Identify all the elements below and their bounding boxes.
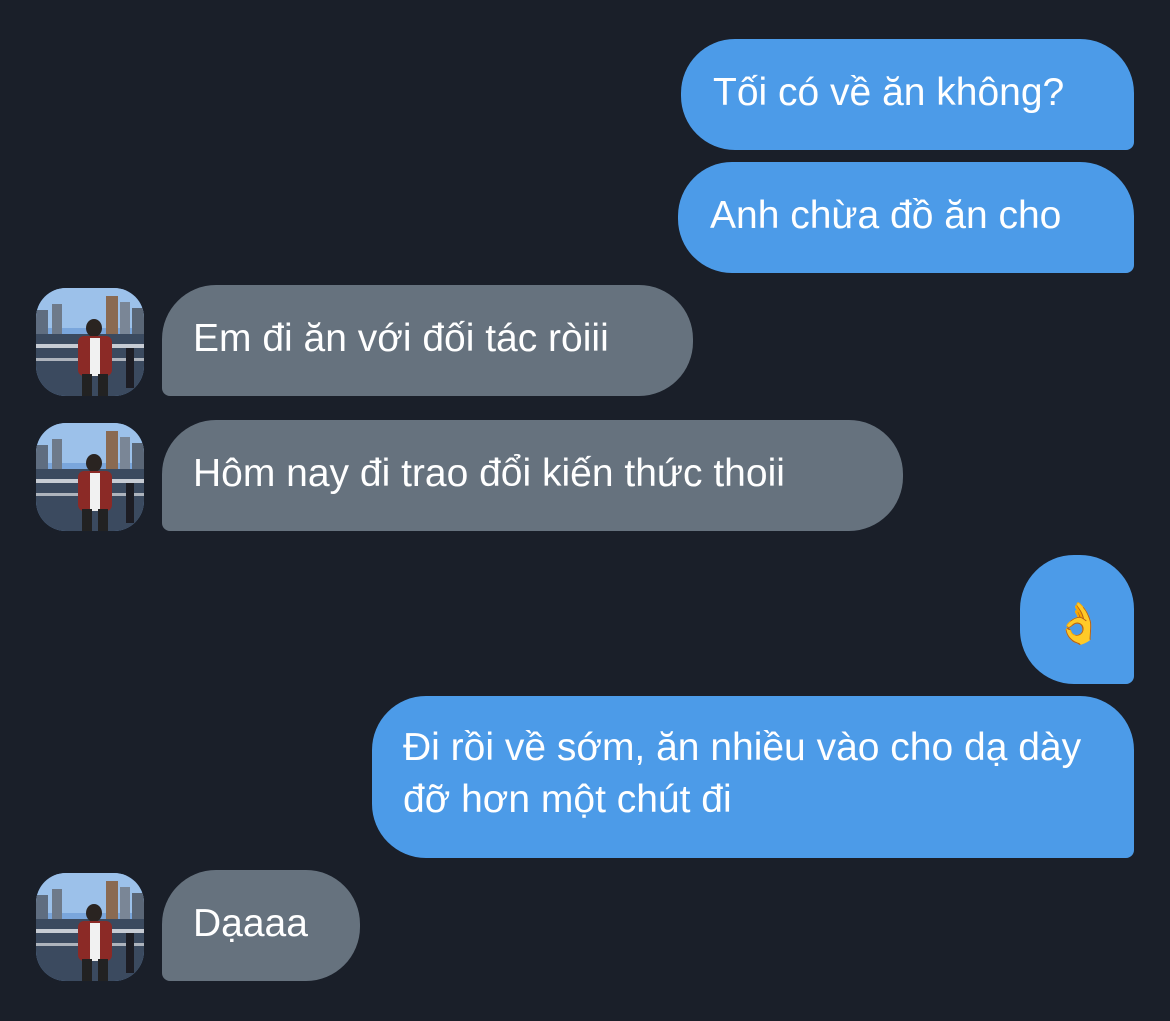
ok-hand-emoji-icon: 👌 [1054,602,1104,646]
message-bubble-outgoing[interactable]: Đi rồi về sớm, ăn nhiều vào cho dạ dày đ… [372,696,1134,858]
message-bubble-outgoing[interactable]: Tối có về ăn không? [681,39,1134,150]
message-bubble-incoming[interactable]: Em đi ăn với đối tác ròiii [162,285,693,396]
avatar-photo-icon [36,288,144,396]
message-text: Hôm nay đi trao đổi kiến thức thoii [193,452,785,495]
message-text: Tối có về ăn không? [713,71,1065,114]
contact-avatar[interactable] [36,288,144,396]
message-text: Dạaaa [193,902,308,945]
message-text: Em đi ăn với đối tác ròiii [193,317,609,360]
message-bubble-outgoing[interactable]: Anh chừa đồ ăn cho [678,162,1134,273]
contact-avatar[interactable] [36,873,144,981]
avatar-photo-icon [36,423,144,531]
message-bubble-outgoing[interactable]: 👌 [1020,555,1134,684]
message-text: Đi rồi về sớm, ăn nhiều vào cho dạ dày đ… [403,726,1082,821]
message-bubble-incoming[interactable]: Dạaaa [162,870,360,981]
contact-avatar[interactable] [36,423,144,531]
message-text: Anh chừa đồ ăn cho [710,194,1062,237]
avatar-photo-icon [36,873,144,981]
message-bubble-incoming[interactable]: Hôm nay đi trao đổi kiến thức thoii [162,420,903,531]
